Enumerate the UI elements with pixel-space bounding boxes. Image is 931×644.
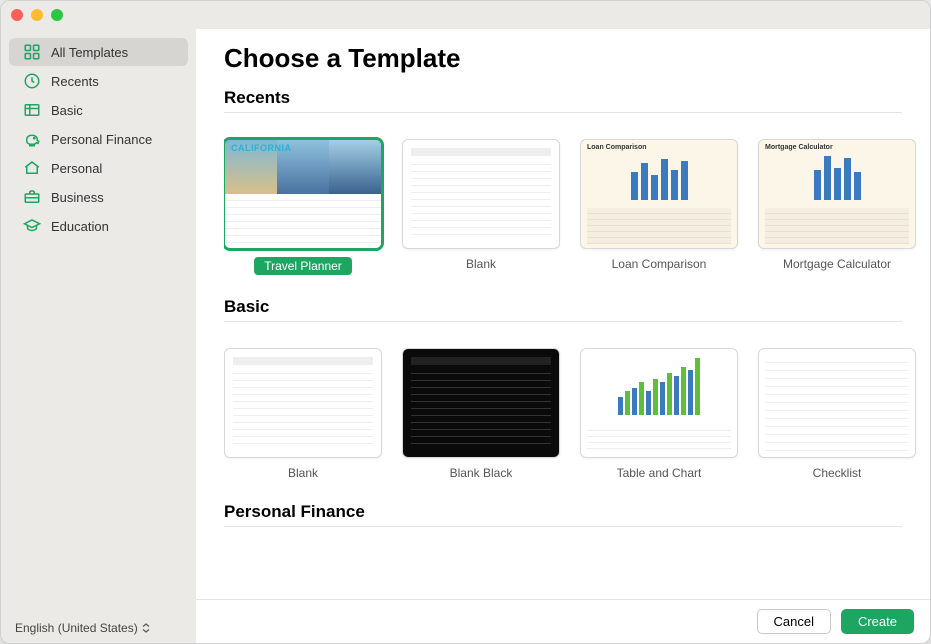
template-row: CALIFORNIA Travel Planner Blank Loan Compar… <box>224 119 930 289</box>
sidebar-item-recents[interactable]: Recents <box>9 67 188 95</box>
template-thumbnail <box>758 348 916 458</box>
template-thumbnail: Loan Comparison <box>580 139 738 249</box>
sidebar-item-label: Basic <box>51 103 83 118</box>
template-item[interactable]: Checklist <box>758 348 916 480</box>
titlebar <box>1 1 930 29</box>
grid-icon <box>23 43 41 61</box>
sidebar-list: All Templates Recents Basic Personal Financ… <box>1 37 196 613</box>
piggy-icon <box>23 130 41 148</box>
sidebar-item-personal-finance[interactable]: Personal Finance <box>9 125 188 153</box>
section-title: Recents <box>224 88 902 113</box>
sidebar-item-label: Recents <box>51 74 99 89</box>
main-panel: Choose a Template Recents CALIFORNIA Trave… <box>196 29 930 643</box>
template-label: Blank Black <box>450 466 513 480</box>
minimize-icon[interactable] <box>31 9 43 21</box>
zoom-icon[interactable] <box>51 9 63 21</box>
template-item[interactable]: Blank <box>224 348 382 480</box>
template-item[interactable]: Blank Black <box>402 348 560 480</box>
template-item[interactable]: Mortgage Calculator Mortgage Calculator <box>758 139 916 275</box>
template-label: Checklist <box>813 466 862 480</box>
create-button[interactable]: Create <box>841 609 914 634</box>
template-thumbnail: CALIFORNIA <box>224 139 382 249</box>
cancel-button[interactable]: Cancel <box>757 609 831 634</box>
briefcase-icon <box>23 188 41 206</box>
sidebar-item-label: Education <box>51 219 109 234</box>
grad-icon <box>23 217 41 235</box>
template-scroll[interactable]: Choose a Template Recents CALIFORNIA Trave… <box>196 29 930 599</box>
template-thumbnail <box>402 139 560 249</box>
template-row: Blank Blank Black Table and Chart Checklist… <box>224 328 930 494</box>
template-thumbnail: Mortgage Calculator <box>758 139 916 249</box>
sidebar-item-label: Personal Finance <box>51 132 152 147</box>
sidebar-item-all-templates[interactable]: All Templates <box>9 38 188 66</box>
table-icon <box>23 101 41 119</box>
language-picker[interactable]: English (United States) <box>1 613 196 643</box>
template-label: Blank <box>466 257 496 271</box>
footer: Cancel Create <box>196 599 930 643</box>
template-item[interactable]: Loan Comparison Loan Comparison <box>580 139 738 275</box>
sidebar-item-business[interactable]: Business <box>9 183 188 211</box>
template-row <box>224 533 930 567</box>
template-thumbnail <box>224 348 382 458</box>
chevron-updown-icon <box>142 623 150 633</box>
template-chooser-window: All Templates Recents Basic Personal Financ… <box>0 0 931 644</box>
sidebar-item-personal[interactable]: Personal <box>9 154 188 182</box>
template-item[interactable]: Blank <box>402 139 560 275</box>
template-label: Loan Comparison <box>612 257 707 271</box>
section-title: Personal Finance <box>224 502 902 527</box>
template-label: Travel Planner <box>254 257 352 275</box>
sidebar-item-label: Business <box>51 190 104 205</box>
language-label: English (United States) <box>15 621 138 635</box>
template-label: Mortgage Calculator <box>783 257 891 271</box>
page-title: Choose a Template <box>224 43 930 74</box>
close-icon[interactable] <box>11 9 23 21</box>
home-icon <box>23 159 41 177</box>
template-thumbnail <box>580 348 738 458</box>
window-body: All Templates Recents Basic Personal Financ… <box>1 29 930 643</box>
template-item[interactable]: CALIFORNIA Travel Planner <box>224 139 382 275</box>
section-title: Basic <box>224 297 902 322</box>
clock-icon <box>23 72 41 90</box>
template-label: Table and Chart <box>617 466 702 480</box>
template-item[interactable]: Table and Chart <box>580 348 738 480</box>
template-thumbnail <box>402 348 560 458</box>
template-label: Blank <box>288 466 318 480</box>
sidebar-item-education[interactable]: Education <box>9 212 188 240</box>
sidebar-item-basic[interactable]: Basic <box>9 96 188 124</box>
sidebar-item-label: All Templates <box>51 45 128 60</box>
sidebar: All Templates Recents Basic Personal Financ… <box>1 29 196 643</box>
sidebar-item-label: Personal <box>51 161 102 176</box>
